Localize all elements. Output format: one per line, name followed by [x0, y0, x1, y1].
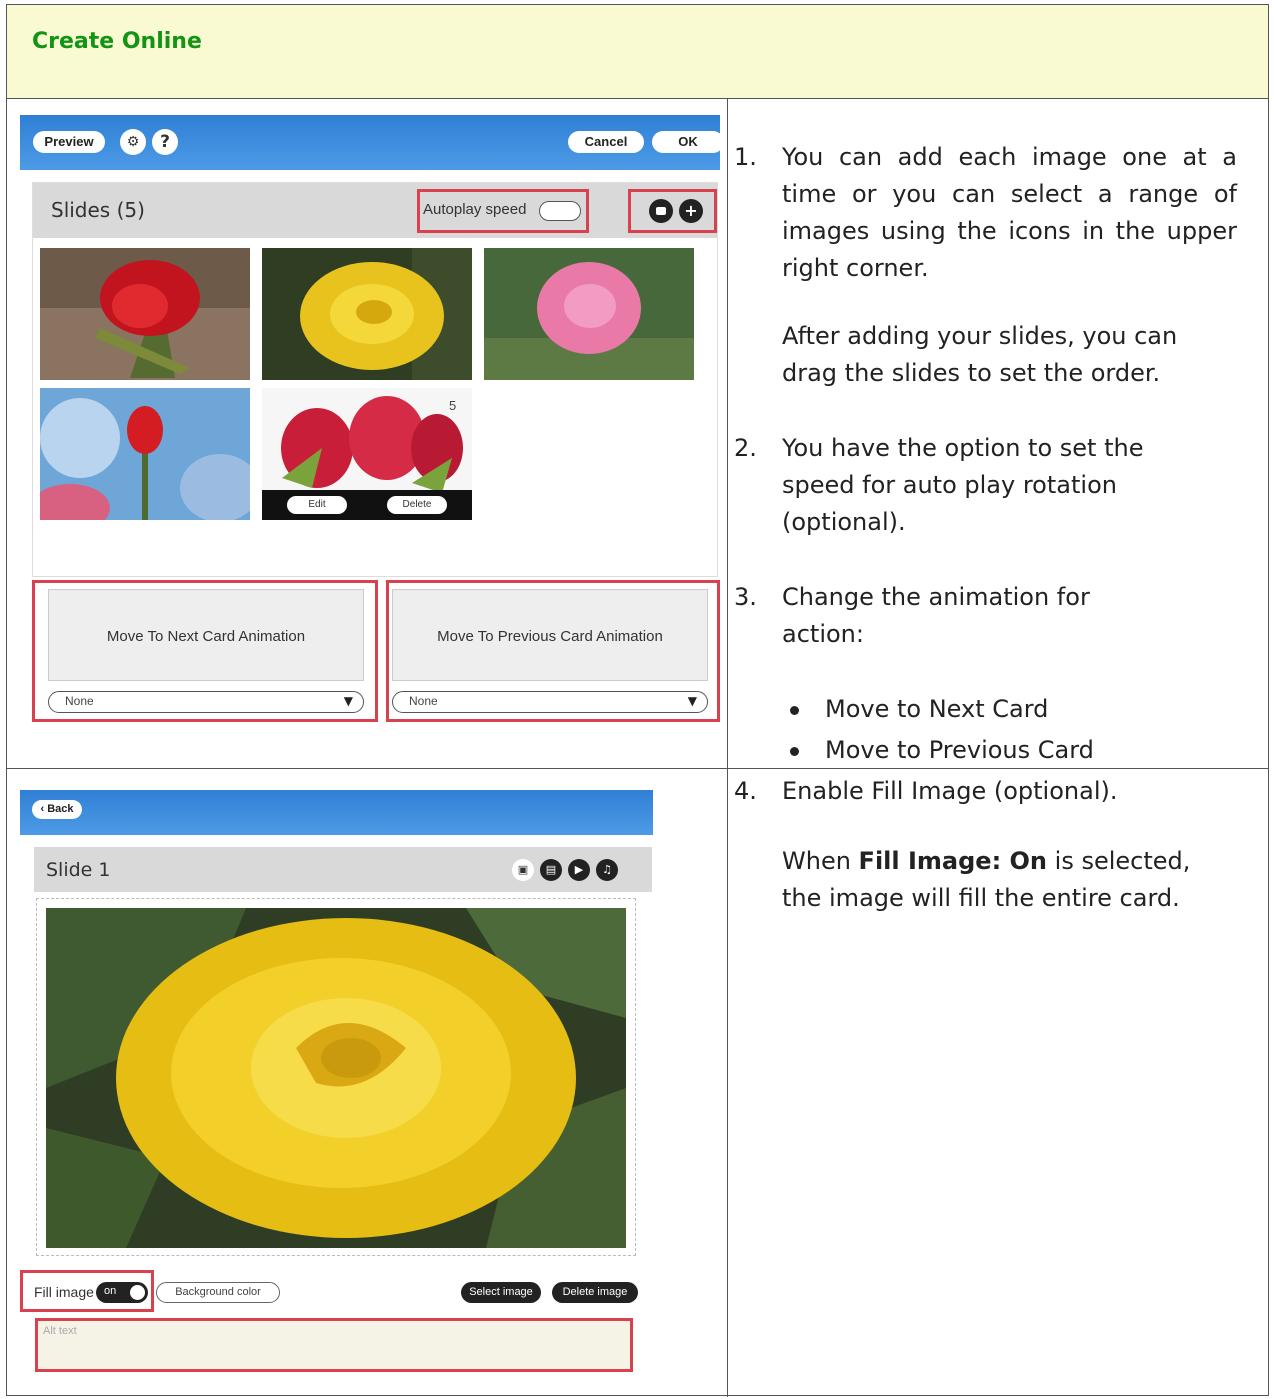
step-4: 4. Enable Fill Image (optional).	[734, 773, 1244, 813]
select-value: None	[409, 694, 438, 708]
step-2: 2. You have the option to set the speed …	[734, 430, 1244, 545]
editor-toolbar: Preview ⚙ ? Cancel OK	[20, 115, 724, 170]
cancel-button[interactable]: Cancel	[568, 131, 644, 153]
thumbnail-action-bar: Edit Delete	[262, 490, 472, 520]
step-3: 3. Change the animation for action:	[734, 579, 1244, 659]
slide-toolbar: ‹ Back	[20, 790, 653, 835]
edit-button[interactable]: Edit	[287, 496, 347, 514]
back-label: Back	[47, 803, 74, 815]
multi-image-icon[interactable]	[649, 199, 673, 223]
slide-title: Slide 1	[46, 859, 111, 881]
add-slide-icon[interactable]: +	[679, 199, 703, 223]
step-number: 1.	[734, 143, 757, 171]
music-icon[interactable]: ♫	[596, 859, 618, 881]
alt-text-field[interactable]: Alt text	[35, 1318, 633, 1372]
slides-editor-screenshot: Preview ⚙ ? Cancel OK Slides (5) Autopla…	[20, 115, 724, 735]
text-icon[interactable]: ▤	[540, 859, 562, 881]
back-button[interactable]: ‹ Back	[32, 800, 82, 819]
gear-icon[interactable]: ⚙	[120, 129, 146, 155]
slides-header: Slides (5) Autoplay speed +	[33, 183, 717, 238]
next-card-animation-label: Move To Next Card Animation	[106, 628, 306, 645]
table-header-row: Create Online	[7, 5, 1268, 99]
step-4-note: When Fill Image: On is selected, the ima…	[734, 843, 1244, 923]
step-text: You have the option to set the speed for…	[782, 434, 1144, 536]
bullet-dot	[790, 706, 799, 715]
previous-card-animation-panel: Move To Previous Card Animation	[392, 589, 708, 681]
step-1: 1. You can add each image one at a time …	[734, 139, 1244, 289]
multi-image-glyph	[656, 207, 666, 215]
background-color-button[interactable]: Background color	[156, 1282, 280, 1303]
bullet-item: Move to Next Card	[790, 691, 1190, 728]
text-run: When	[782, 847, 859, 875]
chevron-left-icon: ‹	[40, 803, 45, 815]
step-number: 4.	[734, 777, 757, 805]
chevron-down-icon: ▼	[343, 694, 353, 708]
slide-thumbnail-4[interactable]	[40, 388, 250, 520]
fill-image-toggle[interactable]: on	[96, 1282, 148, 1303]
chevron-down-icon: ▼	[687, 694, 697, 708]
slides-title: Slides (5)	[51, 198, 145, 222]
bullet-dot	[790, 747, 799, 756]
slide-header: Slide 1 ▣ ▤ ▶ ♫	[34, 847, 652, 892]
previous-animation-select[interactable]: None ▼	[392, 691, 708, 713]
slide-image	[46, 908, 626, 1248]
step-number: 3.	[734, 583, 757, 611]
slide-thumbnail-1[interactable]	[40, 248, 250, 380]
delete-image-button[interactable]: Delete image	[552, 1282, 638, 1303]
toggle-state: on	[104, 1285, 117, 1297]
slides-panel: Slides (5) Autoplay speed + 5 Edit Delet…	[32, 182, 718, 577]
step-text: Enable Fill Image (optional).	[782, 777, 1118, 805]
autoplay-label: Autoplay speed	[423, 201, 527, 218]
image-icon[interactable]: ▣	[512, 859, 534, 881]
select-image-button[interactable]: Select image	[461, 1282, 541, 1303]
step-text: Change the animation for action:	[782, 583, 1090, 648]
step-text: After adding your slides, you can drag t…	[782, 322, 1178, 387]
video-icon[interactable]: ▶	[568, 859, 590, 881]
slide-number: 5	[449, 398, 457, 413]
bullet-text: Move to Previous Card	[825, 736, 1094, 764]
slide-thumbnail-2[interactable]	[262, 248, 472, 380]
previous-card-animation-label: Move To Previous Card Animation	[437, 628, 663, 645]
bullet-text: Move to Next Card	[825, 695, 1049, 723]
next-card-animation-panel: Move To Next Card Animation	[48, 589, 364, 681]
step-text: You can add each image one at a time or …	[782, 143, 1237, 282]
preview-button[interactable]: Preview	[33, 131, 105, 153]
page-title: Create Online	[32, 29, 202, 54]
bullet-item: Move to Previous Card	[790, 732, 1190, 769]
toggle-knob	[130, 1285, 145, 1300]
slide-thumbnail-5[interactable]: 5 Edit Delete	[262, 388, 472, 520]
help-icon[interactable]: ?	[152, 129, 178, 155]
step-number: 2.	[734, 434, 757, 462]
column-divider	[727, 99, 728, 1397]
step-text: When Fill Image: On is selected, the ima…	[782, 843, 1237, 917]
delete-button[interactable]: Delete	[387, 496, 447, 514]
next-animation-select[interactable]: None ▼	[48, 691, 364, 713]
slide-editor-screenshot: ‹ Back Slide 1 ▣ ▤ ▶ ♫ Fill image on Bac…	[20, 790, 653, 1390]
autoplay-toggle[interactable]	[539, 201, 581, 221]
bold-text: Fill Image: On	[858, 847, 1048, 875]
slide-thumbnail-3[interactable]	[484, 248, 694, 380]
step-1-note: After adding your slides, you can drag t…	[734, 318, 1244, 398]
ok-button[interactable]: OK	[652, 131, 724, 153]
select-value: None	[65, 694, 94, 708]
alt-text-placeholder: Alt text	[43, 1325, 77, 1337]
fill-image-label: Fill image	[34, 1284, 94, 1300]
